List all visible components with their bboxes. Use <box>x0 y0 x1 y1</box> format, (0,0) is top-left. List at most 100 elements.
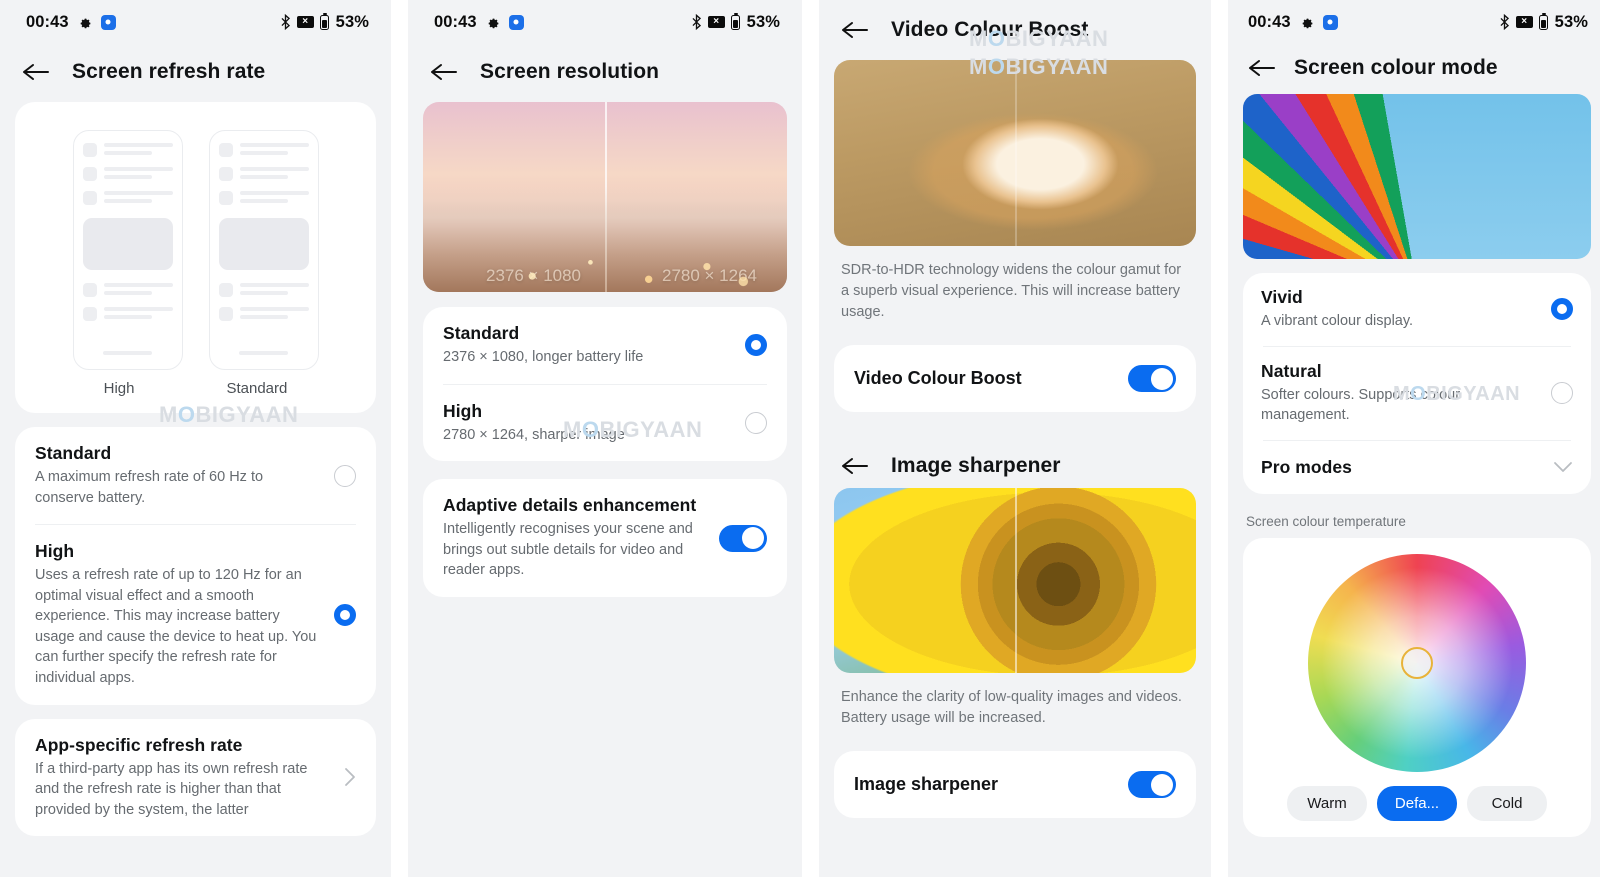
back-arrow-icon[interactable] <box>430 61 458 83</box>
page-title: Screen colour mode <box>1294 56 1498 79</box>
option-title: App-specific refresh rate <box>35 734 243 755</box>
option-title: High <box>35 541 75 562</box>
title-row-secondary: Image sharpener <box>819 412 1211 488</box>
chevron-right-icon <box>345 768 355 787</box>
option-title: High <box>443 400 483 421</box>
adaptive-details-toggle[interactable] <box>719 524 767 552</box>
video-colour-boost-description: SDR-to-HDR technology widens the colour … <box>841 262 1182 321</box>
video-colour-boost-preview-image <box>834 60 1196 246</box>
phone-mockups <box>15 116 376 376</box>
status-bar: 00:43 53% <box>408 0 802 44</box>
back-arrow-icon[interactable] <box>22 61 50 83</box>
status-bar: 00:43 53% <box>1228 0 1600 44</box>
option-row-standard[interactable]: Standard 2376 × 1080, longer battery lif… <box>423 307 787 384</box>
back-arrow-icon[interactable] <box>1248 57 1276 79</box>
status-time: 00:43 <box>1248 12 1291 31</box>
option-title: Vivid <box>1261 287 1303 307</box>
panel-screen-colour-mode: 00:43 53% Screen colour mode Vivid A vib… <box>1228 0 1600 877</box>
radio-high[interactable] <box>334 603 356 626</box>
split-line <box>1015 488 1017 674</box>
radio-high[interactable] <box>745 411 767 434</box>
panel-screen-refresh-rate: 00:43 53% Screen refresh rate <box>0 0 391 877</box>
illustration-label-left: High <box>103 380 135 397</box>
option-title: Standard <box>443 323 520 343</box>
image-sharpener-preview-image <box>834 488 1196 674</box>
option-row-vivid[interactable]: Vivid A vibrant colour display. <box>1243 273 1591 346</box>
adaptive-details-card: Adaptive details enhancement Intelligent… <box>423 479 787 597</box>
title-row: Screen refresh rate <box>0 44 391 102</box>
sms-blocked-icon <box>707 16 725 28</box>
blue-indicator-icon <box>508 14 524 30</box>
phone-mockup-standard <box>208 130 319 370</box>
colour-temperature-section-label: Screen colour temperature <box>1246 513 1406 529</box>
image-sharpener-toggle-card[interactable]: Image sharpener MOBIGYAAN <box>834 54 1196 819</box>
battery-percent: 53% <box>335 12 369 31</box>
battery-icon <box>730 12 740 30</box>
option-subtitle: Intelligently recognises your scene and … <box>443 521 693 579</box>
video-colour-boost-toggle-card[interactable]: Video Colour Boost MOBIGYAAN <box>834 26 1196 413</box>
panel-video-colour-boost: Video Colour Boost SDR-to-HDR technology… <box>819 0 1211 877</box>
phone-mockup-high <box>72 130 183 370</box>
resolution-label-right: 2780 × 1264 <box>661 266 757 285</box>
status-time: 00:43 <box>434 12 477 31</box>
refresh-rate-illustration-card: High Standard MOBIGYAAN <box>15 102 376 427</box>
battery-icon <box>319 12 329 30</box>
page-title: Screen resolution <box>480 60 660 83</box>
option-title: Natural <box>1261 360 1322 381</box>
option-subtitle: Softer colours. Supports colour manageme… <box>1261 386 1461 424</box>
panel-screen-resolution: 00:43 53% Screen resolution 2376 × 1080 … <box>408 0 802 877</box>
app-specific-refresh-rate-card[interactable]: App-specific refresh rate If a third-par… <box>15 718 376 837</box>
panel-separator <box>391 0 408 877</box>
option-subtitle: 2780 × 1264, sharper image <box>443 426 625 443</box>
temp-button-cold[interactable]: Cold <box>1467 785 1547 821</box>
illustration-labels: High Standard <box>15 376 376 397</box>
colour-wheel-knob[interactable] <box>1401 646 1433 679</box>
screenshot-collage: 00:43 53% Screen refresh rate <box>0 0 1600 877</box>
radio-natural[interactable] <box>1551 382 1573 405</box>
option-title: Standard <box>35 443 112 463</box>
gear-icon <box>488 18 499 29</box>
back-arrow-icon[interactable] <box>841 19 869 41</box>
radio-vivid[interactable] <box>1551 298 1573 321</box>
image-sharpener-toggle[interactable] <box>1128 771 1176 799</box>
status-time: 00:43 <box>26 12 69 31</box>
radio-standard[interactable] <box>745 334 767 357</box>
temp-button-warm[interactable]: Warm <box>1287 785 1367 821</box>
option-subtitle: If a third-party app has its own refresh… <box>35 760 308 818</box>
option-subtitle: Uses a refresh rate of up to 120 Hz for … <box>35 567 317 687</box>
title-row: Screen resolution <box>408 44 802 102</box>
option-row-standard[interactable]: Standard A maximum refresh rate of 60 Hz… <box>15 427 376 524</box>
blue-indicator-icon <box>100 14 116 30</box>
gear-icon <box>80 18 91 29</box>
option-subtitle: 2376 × 1080, longer battery life <box>443 349 644 365</box>
app-specific-row[interactable]: App-specific refresh rate If a third-par… <box>15 719 376 837</box>
split-line <box>1015 60 1017 246</box>
colour-temperature-card: Warm Defa... Cold <box>1243 537 1591 837</box>
title-row: Screen colour mode <box>1228 44 1600 94</box>
resolution-label-left: 2376 × 1080 <box>486 266 582 285</box>
video-colour-boost-toggle[interactable] <box>1128 365 1176 393</box>
option-subtitle: A vibrant colour display. <box>1261 313 1414 329</box>
option-title: Adaptive details enhancement <box>443 495 697 516</box>
temperature-buttons: Warm Defa... Cold <box>1287 785 1547 821</box>
option-subtitle: A maximum refresh rate of 60 Hz to conse… <box>35 469 264 506</box>
panel-separator <box>1211 0 1228 877</box>
blue-indicator-icon <box>1322 14 1338 30</box>
option-row-high[interactable]: High Uses a refresh rate of up to 120 Hz… <box>15 525 376 704</box>
pro-modes-label: Pro modes <box>1261 456 1352 477</box>
split-line <box>605 102 607 292</box>
option-row-natural[interactable]: Natural Softer colours. Supports colour … <box>1243 347 1591 440</box>
temp-button-default[interactable]: Defa... <box>1377 785 1457 821</box>
option-row-high[interactable]: High 2780 × 1264, sharper image <box>423 385 787 462</box>
watermark: MOBIGYAAN <box>159 402 299 427</box>
page-title: Screen refresh rate <box>72 60 266 83</box>
battery-percent: 53% <box>1554 12 1588 31</box>
resolution-options-card: Standard 2376 × 1080, longer battery lif… <box>423 307 787 462</box>
toggle-label: Video Colour Boost <box>854 368 1022 389</box>
pro-modes-row[interactable]: Pro modes <box>1243 441 1591 494</box>
adaptive-details-row[interactable]: Adaptive details enhancement Intelligent… <box>423 479 787 597</box>
colour-wheel[interactable] <box>1308 553 1526 772</box>
gear-icon <box>1302 18 1313 29</box>
radio-standard[interactable] <box>334 464 356 487</box>
back-arrow-icon[interactable] <box>841 455 869 477</box>
